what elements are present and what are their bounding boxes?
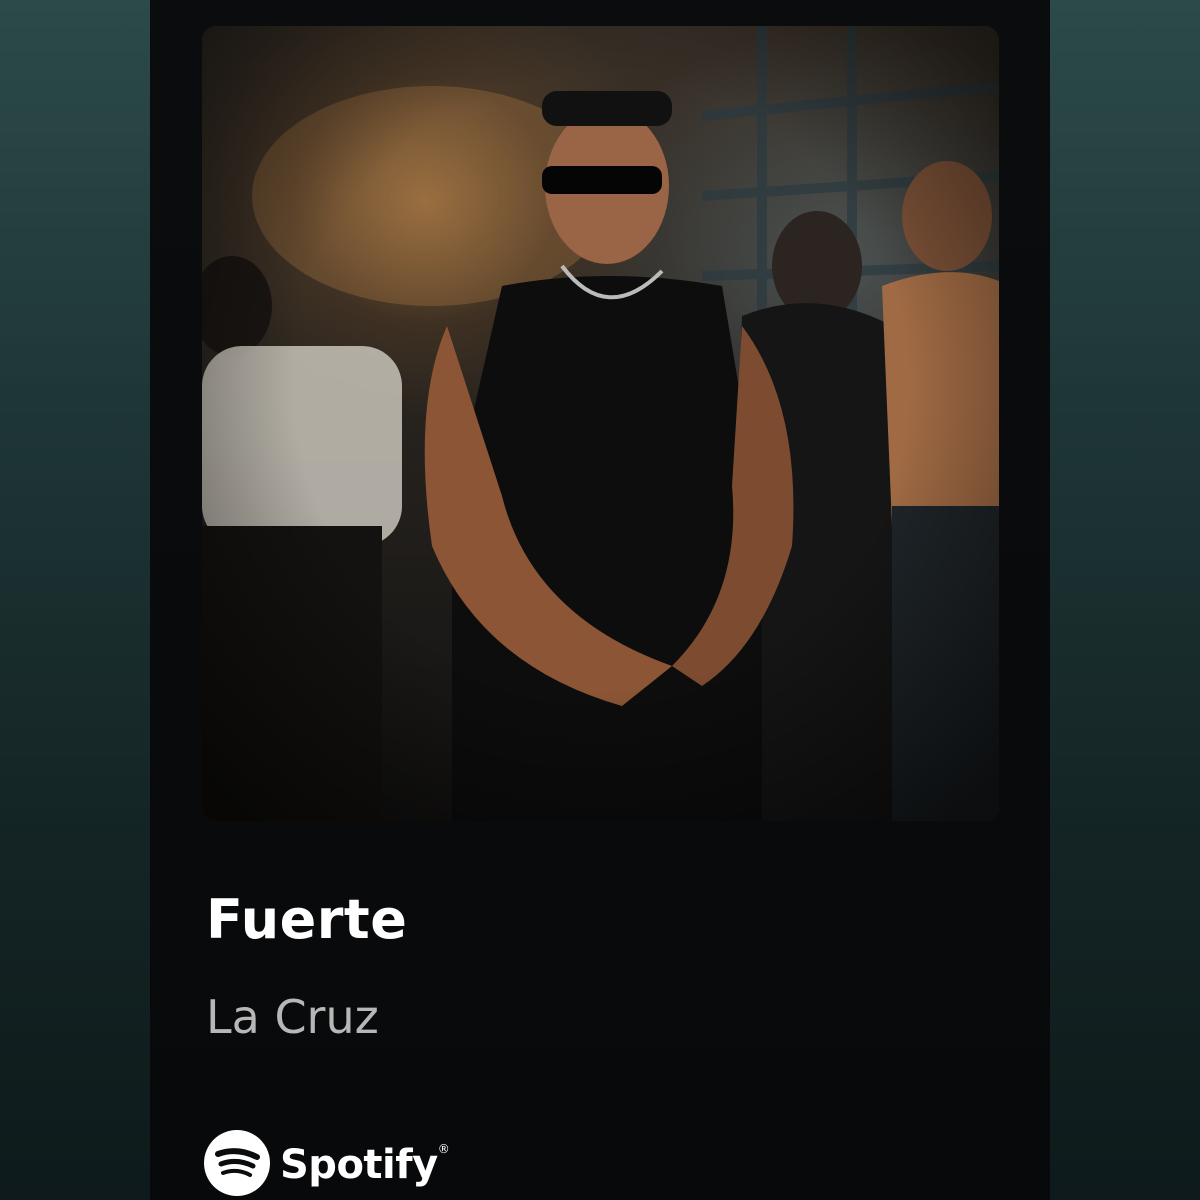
album-cover[interactable] — [202, 26, 999, 821]
spotify-logo-icon — [204, 1130, 270, 1200]
track-title[interactable]: Fuerte — [206, 888, 407, 951]
spotify-brand[interactable]: Spotify® — [204, 1130, 450, 1200]
artist-name[interactable]: La Cruz — [206, 990, 379, 1044]
spotify-wordmark: Spotify® — [280, 1142, 450, 1188]
album-cover-art — [202, 26, 999, 821]
share-card: Fuerte La Cruz Spotify® — [150, 0, 1050, 1200]
